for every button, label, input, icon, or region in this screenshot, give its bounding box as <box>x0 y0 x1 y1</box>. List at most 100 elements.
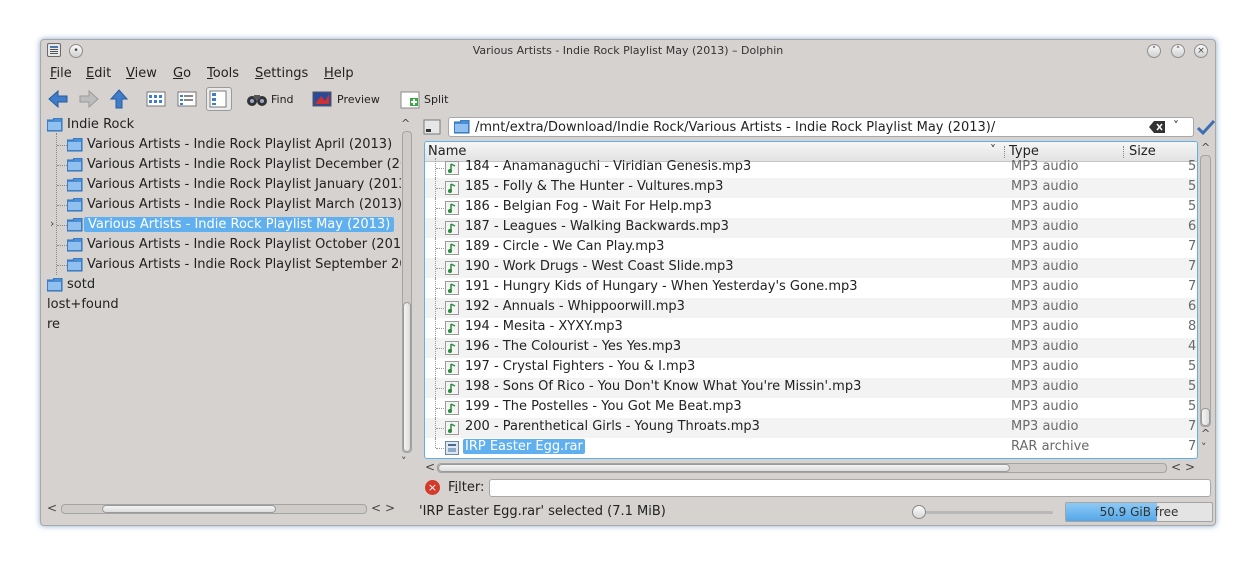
scroll-down-icon[interactable]: ˅ <box>1201 441 1207 454</box>
zoom-slider-handle[interactable] <box>912 505 926 519</box>
sort-indicator-icon[interactable]: ˅ <box>990 143 996 157</box>
binoculars-icon <box>247 95 267 106</box>
maximize-button[interactable]: ˄ <box>1171 44 1185 58</box>
scroll-thumb[interactable] <box>403 302 411 452</box>
expand-arrow-icon[interactable]: › <box>50 217 54 230</box>
file-row[interactable]: 192 - Annuals - Whippoorwill.mp3 MP3 audi… <box>425 298 1197 318</box>
menu-go[interactable]: Go <box>173 66 191 81</box>
file-row[interactable]: 199 - The Postelles - You Got Me Beat.mp… <box>425 398 1197 418</box>
compact-view-button[interactable] <box>176 87 198 111</box>
filter-input[interactable] <box>489 479 1211 497</box>
tree-item-lost-found[interactable]: lost+found <box>45 295 401 315</box>
scroll-right-icon[interactable]: > <box>385 501 395 515</box>
file-row[interactable]: 186 - Belgian Fog - Wait For Help.mp3 MP3… <box>425 198 1197 218</box>
scroll-up-icon[interactable]: ^ <box>1201 427 1210 440</box>
scroll-track[interactable] <box>1200 155 1211 427</box>
tree-item[interactable]: Various Artists - Indie Rock Playlist Oc… <box>45 235 401 255</box>
tree-item[interactable]: › Various Artists - Indie Rock Playlist M… <box>45 215 401 235</box>
file-size: 5 <box>1188 379 1197 394</box>
tree-item[interactable]: Various Artists - Indie Rock Playlist Ap… <box>45 135 401 155</box>
tree-connector <box>436 428 444 429</box>
tree-root-item[interactable]: Indie Rock <box>45 115 401 135</box>
file-name: 197 - Crystal Fighters - You & I.mp3 <box>465 359 696 374</box>
scroll-track[interactable] <box>437 463 1167 473</box>
icons-view-button[interactable] <box>145 87 167 111</box>
file-size: 6 <box>1188 219 1197 234</box>
file-horizontal-scrollbar[interactable]: < < > <box>425 460 1195 475</box>
location-dropdown-icon[interactable]: ˅ <box>1173 119 1179 133</box>
back-button[interactable] <box>47 87 69 111</box>
up-button[interactable] <box>108 87 130 111</box>
scroll-thumb[interactable] <box>1201 408 1210 426</box>
tree-item[interactable]: Various Artists - Indie Rock Playlist Ma… <box>45 195 401 215</box>
column-header-name[interactable]: Name <box>428 144 466 159</box>
details-view-button[interactable] <box>206 87 232 111</box>
close-filter-icon[interactable]: × <box>425 480 440 495</box>
menu-settings[interactable]: Settings <box>255 66 308 81</box>
file-name: 191 - Hungry Kids of Hungary - When Yest… <box>465 279 858 294</box>
find-button[interactable]: Find <box>246 87 294 111</box>
places-icon[interactable] <box>422 117 442 137</box>
split-button[interactable]: Split <box>399 87 448 111</box>
zoom-slider-track[interactable] <box>915 511 1053 514</box>
file-row[interactable]: 184 - Anamanaguchi - Viridian Genesis.mp… <box>425 158 1197 178</box>
file-row[interactable]: 197 - Crystal Fighters - You & I.mp3 MP3 … <box>425 358 1197 378</box>
title-bar[interactable]: • Various Artists - Indie Rock Playlist … <box>41 40 1215 62</box>
close-button[interactable]: × <box>1194 44 1208 58</box>
file-row[interactable]: 191 - Hungry Kids of Hungary - When Yest… <box>425 278 1197 298</box>
tree-item[interactable]: Various Artists - Indie Rock Playlist Ja… <box>45 175 401 195</box>
file-row[interactable]: 194 - Mesita - XYXY.mp3 MP3 audio 8 <box>425 318 1197 338</box>
scroll-left-icon[interactable]: < <box>1171 460 1181 474</box>
scroll-track[interactable] <box>61 504 367 514</box>
column-header-type[interactable]: Type <box>1009 144 1039 159</box>
minimize-button[interactable]: ˅ <box>1147 44 1161 58</box>
tree-item-sotd[interactable]: sotd <box>45 275 401 295</box>
file-row[interactable]: 185 - Folly & The Hunter - Vultures.mp3 M… <box>425 178 1197 198</box>
scroll-right-icon[interactable]: > <box>1185 460 1195 474</box>
file-row[interactable]: 190 - Work Drugs - West Coast Slide.mp3 M… <box>425 258 1197 278</box>
scroll-up-icon[interactable]: ^ <box>1201 141 1210 154</box>
menu-tools[interactable]: Tools <box>207 66 239 81</box>
scroll-thumb[interactable] <box>438 464 1010 472</box>
file-vertical-scrollbar[interactable]: ^ ^ ˅ <box>1198 141 1214 459</box>
tree-connector <box>57 245 67 246</box>
file-row[interactable]: 196 - The Colourist - Yes Yes.mp3 MP3 aud… <box>425 338 1197 358</box>
file-row[interactable]: 187 - Leagues - Walking Backwards.mp3 MP3… <box>425 218 1197 238</box>
folder-icon <box>66 257 83 275</box>
tree-connector <box>436 288 444 289</box>
clear-text-icon[interactable] <box>1149 121 1165 133</box>
file-row[interactable]: IRP Easter Egg.rar RAR archive 7 <box>425 438 1197 458</box>
menu-edit[interactable]: Edit <box>86 66 111 81</box>
scroll-track[interactable] <box>402 131 412 453</box>
column-header-size[interactable]: Size <box>1129 144 1156 159</box>
file-row[interactable]: 198 - Sons Of Rico - You Don't Know What… <box>425 378 1197 398</box>
tree-connector <box>435 438 436 448</box>
scroll-down-icon[interactable]: ˅ <box>401 455 407 468</box>
file-row[interactable]: 200 - Parenthetical Girls - Young Throat… <box>425 418 1197 438</box>
forward-button[interactable] <box>78 87 100 111</box>
menu-file[interactable]: File <box>50 66 72 81</box>
confirm-location-icon[interactable] <box>1196 117 1215 141</box>
file-row[interactable]: 189 - Circle - We Can Play.mp3 MP3 audio 7 <box>425 238 1197 258</box>
menu-view[interactable]: View <box>126 66 157 81</box>
tree-item[interactable]: Various Artists - Indie Rock Playlist Se… <box>45 255 401 275</box>
file-type: MP3 audio <box>1011 159 1079 174</box>
window-title: Various Artists - Indie Rock Playlist Ma… <box>472 44 784 57</box>
menu-help[interactable]: Help <box>324 66 354 81</box>
tree-item[interactable]: Various Artists - Indie Rock Playlist De… <box>45 155 401 175</box>
folders-horizontal-scrollbar[interactable]: < < > <box>47 501 407 516</box>
location-input[interactable]: /mnt/extra/Download/Indie Rock/Various A… <box>448 117 1194 137</box>
scroll-left-icon[interactable]: < <box>47 501 57 515</box>
scroll-up-icon[interactable]: ^ <box>401 117 410 130</box>
folders-vertical-scrollbar[interactable]: ^ ˅ <box>400 117 414 469</box>
tree-connector <box>436 188 444 189</box>
file-list-view[interactable]: Name ˅ Type Size 184 - Anamanaguchi - Vi… <box>424 141 1198 459</box>
free-space-indicator[interactable]: 50.9 GiB free <box>1065 502 1213 522</box>
preview-button[interactable]: Preview <box>312 87 380 111</box>
scroll-thumb[interactable] <box>102 505 276 513</box>
audio-file-icon <box>445 261 459 279</box>
file-type: MP3 audio <box>1011 219 1079 234</box>
scroll-left-icon[interactable]: < <box>371 501 381 515</box>
tree-item-re[interactable]: re <box>45 315 401 335</box>
scroll-left-icon[interactable]: < <box>425 460 435 474</box>
